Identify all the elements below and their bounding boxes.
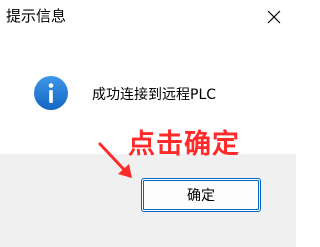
dialog-titlebar[interactable]: 提示信息 — [0, 0, 296, 34]
close-icon — [267, 10, 281, 24]
dialog-message: 成功连接到远程PLC — [92, 87, 217, 103]
dialog-title: 提示信息 — [6, 7, 67, 25]
annotation-text: 点击确定 — [128, 129, 240, 160]
ok-button[interactable]: 确定 — [141, 178, 261, 212]
close-button[interactable] — [252, 0, 296, 34]
ok-button-label: 确定 — [187, 188, 215, 204]
message-dialog: 提示信息 成功连接到远程PLC 点击确定 确定 — [0, 0, 296, 247]
info-icon — [34, 76, 68, 110]
